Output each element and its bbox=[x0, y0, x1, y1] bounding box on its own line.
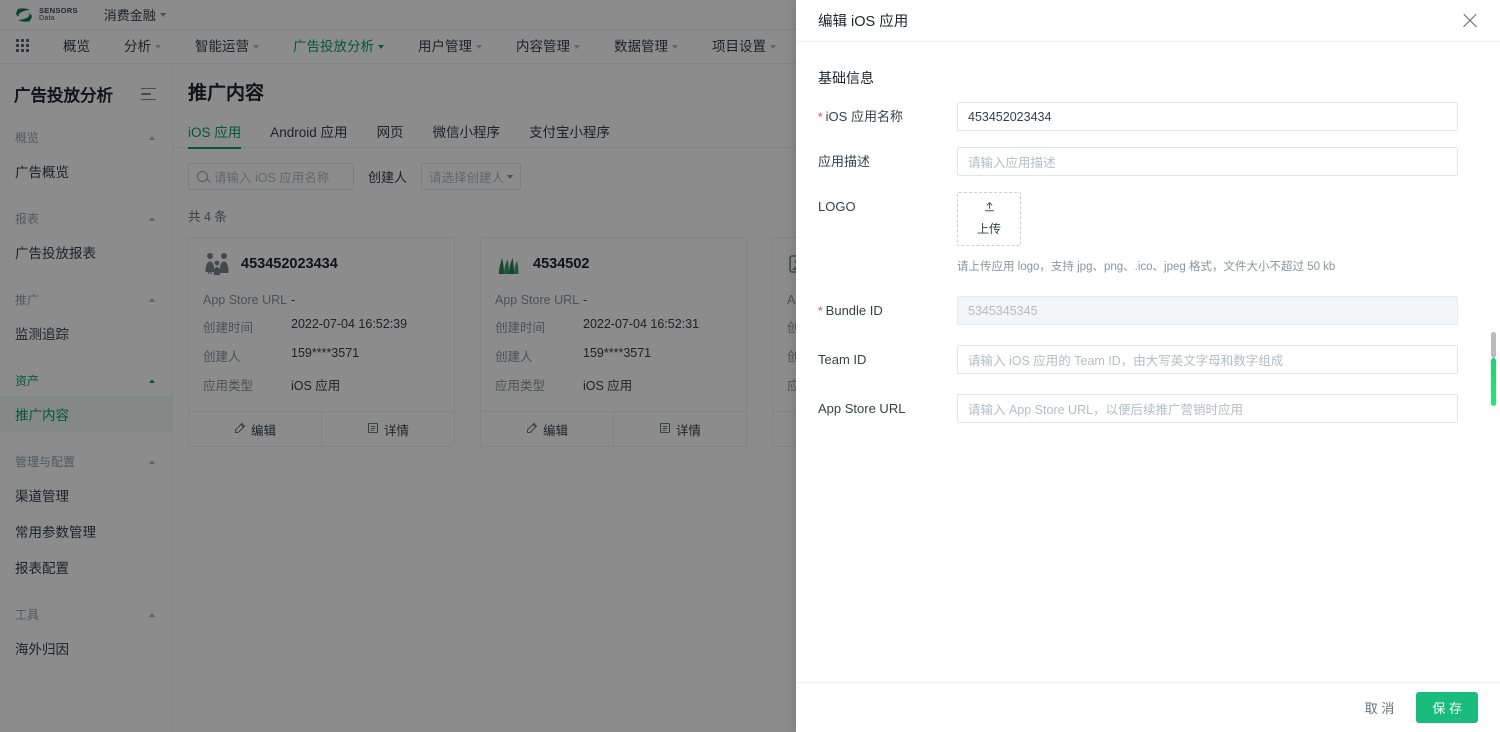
cancel-button[interactable]: 取 消 bbox=[1357, 692, 1403, 723]
input-placeholder: 请输入 iOS 应用的 Team ID，由大写英文字母和数字组成 bbox=[968, 354, 1284, 368]
section-title-basic-info: 基础信息 bbox=[818, 70, 874, 86]
drawer-header: 编辑 iOS 应用 bbox=[796, 0, 1500, 42]
save-button[interactable]: 保 存 bbox=[1416, 692, 1478, 723]
required-marker: * bbox=[818, 304, 823, 318]
input-app-store-url[interactable]: 请输入 App Store URL，以便后续推广营销时应用 bbox=[957, 394, 1458, 423]
label-text: iOS 应用名称 bbox=[825, 109, 903, 124]
scrollbar-thumb-upper[interactable] bbox=[1491, 332, 1496, 358]
field-row-team-id: Team ID 请输入 iOS 应用的 Team ID，由大写英文字母和数字组成 bbox=[818, 345, 1478, 374]
scrollbar-thumb-lower[interactable] bbox=[1491, 358, 1496, 406]
field-label-bundle-id: * Bundle ID bbox=[818, 296, 957, 320]
field-label-app-name: * iOS 应用名称 bbox=[818, 102, 957, 126]
input-placeholder: 请输入 App Store URL，以便后续推广营销时应用 bbox=[968, 403, 1244, 417]
edit-ios-app-drawer: 编辑 iOS 应用 基础信息 * iOS 应用名称 453452023434 应用 bbox=[796, 0, 1500, 732]
field-label-team-id: Team ID bbox=[818, 352, 867, 367]
field-label-app-description: 应用描述 bbox=[818, 147, 957, 171]
input-placeholder: 5345345345 bbox=[968, 303, 1038, 318]
logo-upload-button[interactable]: 上传 bbox=[957, 192, 1021, 246]
label-text: Bundle ID bbox=[825, 303, 883, 318]
input-team-id[interactable]: 请输入 iOS 应用的 Team ID，由大写英文字母和数字组成 bbox=[957, 345, 1458, 374]
upload-icon bbox=[983, 201, 996, 217]
input-placeholder: 请输入应用描述 bbox=[968, 156, 1056, 170]
logo-hint-text: 请上传应用 logo，支持 jpg、png、.ico、jpeg 格式，文件大小不… bbox=[957, 261, 1336, 273]
upload-label: 上传 bbox=[976, 222, 1001, 236]
input-bundle-id[interactable]: 5345345345 bbox=[957, 296, 1458, 325]
field-label-app-store-url: App Store URL bbox=[818, 401, 906, 416]
input-app-name[interactable]: 453452023434 bbox=[957, 102, 1458, 131]
input-value: 453452023434 bbox=[968, 109, 1052, 124]
field-row-bundle-id: * Bundle ID 5345345345 bbox=[818, 296, 1478, 325]
field-label-logo: LOGO bbox=[818, 199, 856, 214]
input-app-description[interactable]: 请输入应用描述 bbox=[957, 147, 1458, 176]
field-row-app-store-url: App Store URL 请输入 App Store URL，以便后续推广营销… bbox=[818, 394, 1478, 423]
field-row-app-name: * iOS 应用名称 453452023434 bbox=[818, 102, 1478, 131]
field-row-logo: LOGO 上传 请上传应用 logo，支持 jpg、png、.ico、jpeg … bbox=[818, 192, 1478, 274]
drawer-body: 基础信息 * iOS 应用名称 453452023434 应用描述 请输入应用描… bbox=[796, 42, 1500, 682]
close-icon[interactable] bbox=[1462, 13, 1478, 29]
drawer-scrollbar[interactable] bbox=[1491, 332, 1496, 432]
drawer-footer: 取 消 保 存 bbox=[796, 682, 1500, 732]
drawer-title: 编辑 iOS 应用 bbox=[818, 14, 909, 30]
label-text: 应用描述 bbox=[818, 154, 871, 169]
required-marker: * bbox=[818, 110, 823, 124]
field-row-app-description: 应用描述 请输入应用描述 bbox=[818, 147, 1478, 176]
